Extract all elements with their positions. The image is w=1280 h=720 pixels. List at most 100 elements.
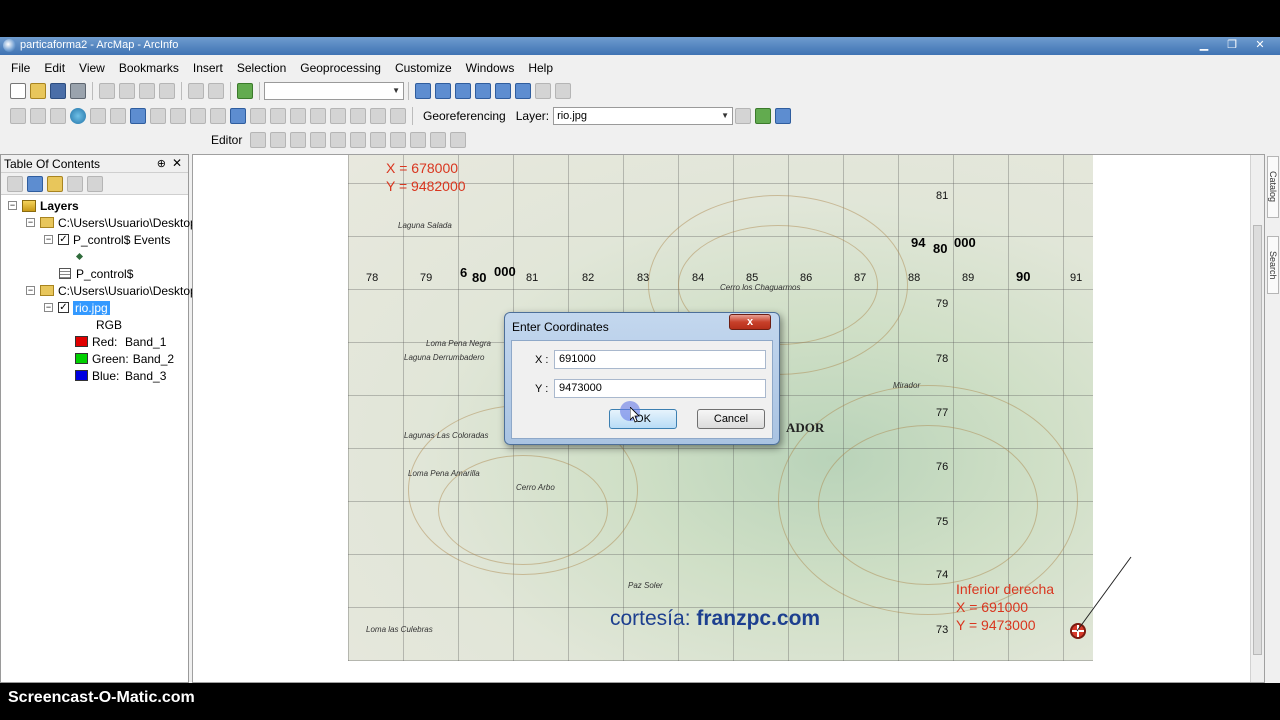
forward-arrow-icon[interactable] — [150, 108, 166, 124]
place-label: Cerro Arbo — [516, 483, 555, 492]
georeferencing-menu[interactable]: Georeferencing — [423, 109, 506, 123]
collapse-icon[interactable]: − — [26, 218, 35, 227]
map-scale-dropdown[interactable]: ▼ — [264, 82, 404, 100]
group2-row[interactable]: − C:\Users\Usuario\Desktop — [26, 282, 197, 299]
cancel-button[interactable]: Cancel — [697, 409, 765, 429]
collapse-icon[interactable]: − — [44, 235, 53, 244]
measure-icon[interactable] — [350, 108, 366, 124]
list-by-visibility-icon[interactable] — [47, 175, 63, 192]
layer-dropdown[interactable]: rio.jpg ▼ — [553, 107, 734, 125]
help-icon[interactable] — [555, 83, 571, 99]
model-builder-icon[interactable] — [535, 83, 551, 99]
menu-edit[interactable]: Edit — [37, 61, 72, 75]
group1-row[interactable]: − C:\Users\Usuario\Desktop — [26, 214, 197, 231]
cut-icon[interactable] — [99, 83, 115, 99]
find-route-icon[interactable] — [310, 108, 326, 124]
rotate-icon[interactable] — [735, 108, 752, 124]
close-icon[interactable]: ✕ — [172, 156, 182, 170]
x-coordinate-input[interactable]: 691000 — [554, 350, 766, 369]
fixed-zoom-in-icon[interactable] — [90, 108, 106, 124]
collapse-icon[interactable]: − — [8, 201, 17, 210]
add-control-points-icon[interactable] — [755, 108, 772, 124]
visibility-checkbox[interactable]: ✓ — [58, 302, 69, 313]
save-icon[interactable] — [50, 83, 66, 99]
layers-root-row[interactable]: − Layers — [8, 197, 79, 214]
edit-annotation-icon[interactable] — [270, 132, 287, 148]
map-vertical-scrollbar[interactable] — [1250, 155, 1264, 682]
pan-icon[interactable] — [50, 108, 66, 124]
catalog-window-icon[interactable] — [455, 83, 471, 99]
paste-icon[interactable] — [139, 83, 155, 99]
straight-segment-icon[interactable] — [290, 132, 307, 148]
maximize-button[interactable]: ❐ — [1220, 38, 1244, 53]
y-coordinate-input[interactable]: 9473000 — [554, 379, 766, 398]
full-extent-icon[interactable] — [70, 108, 86, 124]
print-icon[interactable] — [70, 83, 86, 99]
menu-selection[interactable]: Selection — [230, 61, 293, 75]
options-icon[interactable] — [87, 175, 103, 192]
table-of-contents-icon[interactable] — [435, 83, 451, 99]
split-tool-icon[interactable] — [370, 132, 387, 148]
add-data-icon[interactable] — [237, 83, 253, 99]
zoom-in-icon[interactable] — [10, 108, 26, 124]
end-point-arc-icon[interactable] — [310, 132, 327, 148]
back-arrow-icon[interactable] — [130, 108, 146, 124]
list-by-selection-icon[interactable] — [67, 175, 83, 192]
catalog-tab[interactable]: Catalog — [1267, 156, 1279, 218]
open-folder-icon[interactable] — [30, 83, 46, 99]
viewer-window-icon[interactable] — [390, 108, 406, 124]
select-features-icon[interactable] — [170, 108, 186, 124]
go-to-xy-icon[interactable] — [330, 108, 346, 124]
point-icon[interactable] — [350, 132, 367, 148]
list-by-source-icon[interactable] — [27, 175, 43, 192]
rotate-tool-icon[interactable] — [390, 132, 407, 148]
identify-icon[interactable] — [230, 108, 246, 124]
sketch-properties-icon[interactable] — [430, 132, 447, 148]
dialog-close-button[interactable]: x — [729, 314, 771, 330]
table-layer-row[interactable]: P_control$ — [59, 265, 133, 282]
time-slider-icon[interactable] — [370, 108, 386, 124]
menu-windows[interactable]: Windows — [459, 61, 522, 75]
undo-icon[interactable] — [188, 83, 204, 99]
html-popup-icon[interactable] — [270, 108, 286, 124]
menu-bookmarks[interactable]: Bookmarks — [112, 61, 186, 75]
menu-geoprocessing[interactable]: Geoprocessing — [293, 61, 388, 75]
menu-customize[interactable]: Customize — [388, 61, 459, 75]
python-window-icon[interactable] — [515, 83, 531, 99]
search-tab[interactable]: Search — [1267, 236, 1279, 294]
attributes-icon[interactable] — [410, 132, 427, 148]
clear-selection-icon[interactable] — [190, 108, 206, 124]
menu-insert[interactable]: Insert — [186, 61, 230, 75]
edit-tool-icon[interactable] — [250, 132, 267, 148]
find-icon[interactable] — [290, 108, 306, 124]
events-layer-row[interactable]: − ✓ P_control$ Events — [44, 231, 170, 248]
view-link-table-icon[interactable] — [775, 108, 792, 124]
minimize-button[interactable]: ▁ — [1192, 38, 1216, 53]
new-document-icon[interactable] — [10, 83, 26, 99]
trace-icon[interactable] — [330, 132, 347, 148]
collapse-icon[interactable]: − — [44, 303, 53, 312]
redo-icon[interactable] — [208, 83, 224, 99]
zoom-out-icon[interactable] — [30, 108, 46, 124]
raster-layer-row[interactable]: − ✓ rio.jpg — [44, 299, 110, 316]
visibility-checkbox[interactable]: ✓ — [58, 234, 69, 245]
scrollbar-thumb[interactable] — [1253, 225, 1262, 655]
menu-view[interactable]: View — [72, 61, 112, 75]
menu-help[interactable]: Help — [521, 61, 560, 75]
pin-icon[interactable]: ⊕ — [157, 157, 166, 170]
list-by-drawing-order-icon[interactable] — [7, 175, 23, 192]
create-features-icon[interactable] — [450, 132, 467, 148]
search-window-icon[interactable] — [475, 83, 491, 99]
select-elements-icon[interactable] — [210, 108, 226, 124]
arctoolbox-icon[interactable] — [495, 83, 511, 99]
collapse-icon[interactable]: − — [26, 286, 35, 295]
close-window-button[interactable]: ✕ — [1248, 38, 1272, 53]
raster-layer-label[interactable]: rio.jpg — [73, 300, 110, 315]
copy-icon[interactable] — [119, 83, 135, 99]
editor-toolbar-icon[interactable] — [415, 83, 431, 99]
fixed-zoom-out-icon[interactable] — [110, 108, 126, 124]
delete-icon[interactable] — [159, 83, 175, 99]
editor-menu[interactable]: Editor — [211, 133, 242, 147]
menu-file[interactable]: File — [4, 61, 37, 75]
hyperlink-icon[interactable] — [250, 108, 266, 124]
